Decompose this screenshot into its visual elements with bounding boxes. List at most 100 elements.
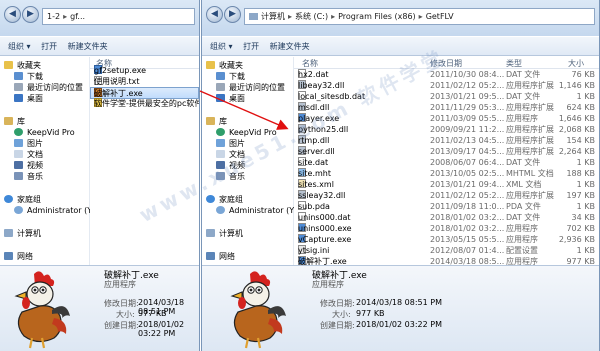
nav-recent[interactable]: 最近访问的位置 — [216, 82, 285, 93]
nav-downloads[interactable]: 下载 — [216, 71, 245, 82]
detail-modified-value: 2014/03/18 08:51 PM — [356, 298, 442, 307]
right-address-bar-area: ◀ ▶ 计算机 ▸ 系统 (C:) ▸ Program Files (x86) ▸ GetF… — [202, 0, 599, 36]
breadcrumb-item[interactable]: GetFLV — [426, 12, 454, 21]
nav-favorites[interactable]: 收藏夹 — [4, 60, 41, 71]
library-icon — [206, 117, 215, 125]
recent-icon — [14, 83, 23, 91]
breadcrumb-item[interactable]: 计算机 — [261, 12, 285, 21]
open-button[interactable]: 打开 — [41, 37, 57, 56]
detail-modified-label: 修改日期: — [104, 299, 139, 308]
nav-desktop[interactable]: 桌面 — [14, 93, 43, 104]
file-date: 2014/03/18 08:5... — [430, 257, 505, 265]
detail-created-value: 2018/01/02 03:22 PM — [138, 320, 185, 338]
nav-desktop[interactable]: 桌面 — [216, 93, 245, 104]
right-address-field[interactable]: 计算机 ▸ 系统 (C:) ▸ Program Files (x86) ▸ GetFLV — [244, 8, 595, 25]
desktop-icon — [14, 94, 23, 102]
detail-modified-label: 修改日期: — [320, 299, 355, 308]
desktop-icon — [216, 94, 225, 102]
detail-size-value: 977 KB — [356, 309, 385, 318]
nav-pictures[interactable]: 图片 — [14, 138, 43, 149]
videos-icon — [14, 161, 23, 169]
detail-file-type: 应用程序 — [104, 280, 136, 289]
column-size[interactable]: 大小 — [568, 58, 584, 69]
nav-downloads[interactable]: 下载 — [14, 71, 43, 82]
left-navigation-pane: 收藏夹 下载 最近访问的位置 桌面 库 KeepVid Pro 图片 文档 视频… — [0, 57, 102, 265]
breadcrumb-item[interactable]: 系统 (C:) — [295, 12, 328, 21]
homegroup-icon — [206, 195, 215, 203]
detail-size-label: 大小: — [332, 310, 351, 319]
right-toolbar: 组织 ▾ 打开 新建文件夹 — [202, 36, 599, 56]
nav-network[interactable]: 网络 — [4, 251, 33, 262]
left-file-list: 名称 gf2setup.exe 使用说明.txt 破解补丁.exe 软件学堂-提… — [90, 57, 199, 265]
rooster-icon — [230, 271, 286, 349]
left-address-field[interactable]: 1-2 ▸ gf... — [42, 8, 195, 25]
star-icon — [4, 61, 13, 69]
nav-favorites[interactable]: 收藏夹 — [206, 60, 243, 71]
forward-icon[interactable]: ▶ — [22, 6, 39, 23]
column-name[interactable]: 名称 — [302, 58, 318, 69]
rooster-icon — [14, 271, 70, 349]
keepvid-icon — [216, 128, 225, 136]
new-folder-button[interactable]: 新建文件夹 — [68, 37, 108, 56]
file-name: 破解补丁.exe — [298, 257, 347, 265]
nav-computer[interactable]: 计算机 — [206, 228, 243, 239]
detail-size-label: 大小: — [116, 310, 135, 319]
network-icon — [206, 252, 215, 260]
column-type[interactable]: 类型 — [506, 58, 522, 69]
file-type: 应用程序 — [506, 257, 538, 265]
right-file-list: 名称 修改日期 类型 大小 hx2.dat 2011/10/30 08:4... D… — [294, 57, 599, 265]
nav-libraries[interactable]: 库 — [4, 116, 25, 127]
back-icon[interactable]: ◀ — [4, 6, 21, 23]
file-size: 977 KB — [566, 257, 595, 265]
download-icon — [216, 72, 225, 80]
nav-videos[interactable]: 视频 — [14, 160, 43, 171]
left-address-bar-area: ◀ ▶ 1-2 ▸ gf... — [0, 0, 199, 36]
nav-music[interactable]: 音乐 — [14, 171, 43, 182]
back-icon[interactable]: ◀ — [206, 6, 223, 23]
left-toolbar: 组织 ▾ 打开 新建文件夹 — [0, 36, 199, 56]
user-icon — [14, 206, 23, 214]
documents-icon — [14, 150, 23, 158]
recent-icon — [216, 83, 225, 91]
library-icon — [4, 117, 13, 125]
open-button[interactable]: 打开 — [243, 37, 259, 56]
nav-homegroup-user[interactable]: Administrator (YTC — [216, 205, 304, 216]
right-details-pane: 破解补丁.exe 应用程序 修改日期: 2014/03/18 08:51 PM … — [202, 265, 599, 351]
list-item[interactable]: 软件学堂-提供最安全的pc软件_免 — [90, 98, 199, 110]
nav-homegroup[interactable]: 家庭组 — [206, 194, 243, 205]
detail-created-value: 2018/01/02 03:22 PM — [356, 320, 442, 329]
table-row[interactable]: 破解补丁.exe 2014/03/18 08:5... 应用程序 977 KB — [294, 256, 599, 265]
detail-size-value: 977 KB — [138, 309, 167, 318]
organize-button[interactable]: 组织 ▾ — [8, 37, 31, 56]
detail-file-type: 应用程序 — [312, 280, 344, 289]
left-explorer-window: ◀ ▶ 1-2 ▸ gf... 组织 ▾ 打开 新建文件夹 收藏夹 下载 最近访问的… — [0, 0, 200, 351]
detail-created-label: 创建日期: — [104, 321, 139, 330]
star-icon — [206, 61, 215, 69]
nav-homegroup[interactable]: 家庭组 — [4, 194, 41, 205]
music-icon — [14, 172, 23, 180]
computer-crumb-icon — [249, 13, 258, 20]
right-explorer-window: ◀ ▶ 计算机 ▸ 系统 (C:) ▸ Program Files (x86) ▸ GetF… — [201, 0, 600, 351]
forward-icon[interactable]: ▶ — [224, 6, 241, 23]
keepvid-icon — [14, 128, 23, 136]
pictures-icon — [216, 139, 225, 147]
detail-created-label: 创建日期: — [320, 321, 355, 330]
nav-homegroup-user[interactable]: Administrator (YTC — [14, 205, 102, 216]
breadcrumb-item[interactable]: gf... — [70, 12, 85, 21]
pictures-icon — [14, 139, 23, 147]
left-details-pane: 破解补丁.exe 应用程序 修改日期: 2014/03/18 08:51 PM … — [0, 265, 199, 351]
organize-button[interactable]: 组织 ▾ — [210, 37, 233, 56]
new-folder-button[interactable]: 新建文件夹 — [270, 37, 310, 56]
user-icon — [216, 206, 225, 214]
nav-libraries[interactable]: 库 — [206, 116, 227, 127]
nav-keepvid[interactable]: KeepVid Pro — [14, 127, 75, 138]
breadcrumb-item[interactable]: Program Files (x86) — [338, 12, 416, 21]
homegroup-icon — [4, 195, 13, 203]
breadcrumb-item[interactable]: 1-2 — [47, 12, 60, 21]
nav-recent[interactable]: 最近访问的位置 — [14, 82, 83, 93]
download-icon — [14, 72, 23, 80]
computer-icon — [206, 229, 215, 237]
nav-network[interactable]: 网络 — [206, 251, 235, 262]
nav-computer[interactable]: 计算机 — [4, 228, 41, 239]
nav-documents[interactable]: 文档 — [14, 149, 43, 160]
